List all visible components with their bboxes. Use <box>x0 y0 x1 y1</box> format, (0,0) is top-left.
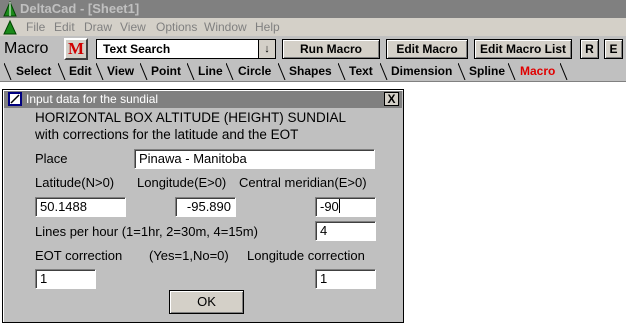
lines-per-hour-field[interactable]: 4 <box>315 221 376 241</box>
macro-label: Macro <box>4 40 49 57</box>
menu-view[interactable]: View <box>120 20 146 34</box>
tab-divider-icon <box>338 63 346 80</box>
central-meridian-label: Central meridian(E>0) <box>239 175 367 190</box>
longitude-label: Longitude(E>0) <box>137 175 227 190</box>
dialog-app-icon <box>8 92 22 106</box>
latitude-label: Latitude(N>0) <box>35 175 115 190</box>
tab-spline[interactable]: Spline <box>469 64 505 78</box>
latitude-field[interactable]: 50.1488 <box>35 197 126 217</box>
menu-bar: File Edit Draw View Options Window Help <box>0 18 626 36</box>
dialog-heading-2: with corrections for the latitude and th… <box>35 127 299 142</box>
ok-button[interactable]: OK <box>169 290 244 314</box>
tab-divider-icon <box>458 63 466 80</box>
tab-point[interactable]: Point <box>151 64 181 78</box>
menu-draw[interactable]: Draw <box>84 20 112 34</box>
place-field[interactable]: Pinawa - Manitoba <box>134 149 375 169</box>
edit-macro-list-button[interactable]: Edit Macro List <box>474 39 572 59</box>
eot-correction-field[interactable]: 1 <box>35 269 96 289</box>
deltacad-app-icon[interactable] <box>2 1 18 17</box>
dialog-title-bar[interactable]: Input data for the sundial X <box>4 91 402 108</box>
tab-edit[interactable]: Edit <box>69 64 92 78</box>
macro-toolbar: Macro M Text Search ↓ Run Macro Edit Mac… <box>0 36 626 62</box>
text-caret <box>338 199 340 213</box>
tab-divider-icon <box>508 63 516 80</box>
central-meridian-value: -90 <box>320 199 339 214</box>
tab-circle[interactable]: Circle <box>238 64 271 78</box>
menu-window[interactable]: Window <box>204 20 247 34</box>
tab-divider-icon <box>4 63 12 80</box>
yes-no-hint: (Yes=1,No=0) <box>149 248 229 263</box>
tab-divider-icon <box>140 63 148 80</box>
tab-shapes[interactable]: Shapes <box>289 64 332 78</box>
tab-view[interactable]: View <box>107 64 134 78</box>
tab-divider-icon <box>96 63 104 80</box>
window-title: DeltaCad - [Sheet1] <box>20 1 140 16</box>
tab-text[interactable]: Text <box>349 64 373 78</box>
document-icon[interactable] <box>2 19 18 35</box>
dialog-title: Input data for the sundial <box>26 92 159 106</box>
longitude-field[interactable]: -95.890 <box>175 197 236 217</box>
macro-m-button[interactable]: M <box>64 38 88 60</box>
menu-options[interactable]: Options <box>156 20 197 34</box>
dropdown-arrow-icon[interactable]: ↓ <box>258 40 275 58</box>
sundial-input-dialog: Input data for the sundial X HORIZONTAL … <box>2 89 404 323</box>
longitude-correction-field[interactable]: 1 <box>315 269 376 289</box>
place-label: Place <box>35 151 68 166</box>
tab-line[interactable]: Line <box>198 64 223 78</box>
dialog-heading-1: HORIZONTAL BOX ALTITUDE (HEIGHT) SUNDIAL <box>35 110 347 125</box>
central-meridian-field[interactable]: -90 <box>315 197 376 217</box>
run-macro-button[interactable]: Run Macro <box>282 39 380 59</box>
command-tab-strip: Select Edit View Point Line Circle Shape… <box>0 62 626 82</box>
macro-select-value: Text Search <box>103 42 171 56</box>
tab-divider-icon <box>380 63 388 80</box>
tab-select[interactable]: Select <box>16 64 51 78</box>
tab-macro[interactable]: Macro <box>520 64 555 78</box>
macro-select[interactable]: Text Search ↓ <box>96 39 276 59</box>
title-bar: DeltaCad - [Sheet1] <box>0 0 626 18</box>
menu-file[interactable]: File <box>26 20 45 34</box>
menu-edit[interactable]: Edit <box>54 20 75 34</box>
close-icon[interactable]: X <box>384 92 399 106</box>
r-button[interactable]: R <box>580 39 599 59</box>
tab-divider-icon <box>278 63 286 80</box>
tab-divider-icon <box>560 63 568 80</box>
e-button[interactable]: E <box>604 39 623 59</box>
tab-dimension[interactable]: Dimension <box>391 64 452 78</box>
lines-per-hour-label: Lines per hour (1=1hr, 2=30m, 4=15m) <box>35 224 258 239</box>
edit-macro-button[interactable]: Edit Macro <box>386 39 468 59</box>
tab-divider-icon <box>58 63 66 80</box>
tab-divider-icon <box>226 63 234 80</box>
tab-divider-icon <box>187 63 195 80</box>
menu-help[interactable]: Help <box>255 20 280 34</box>
longitude-correction-label: Longitude correction <box>247 248 365 263</box>
eot-correction-label: EOT correction <box>35 248 123 263</box>
